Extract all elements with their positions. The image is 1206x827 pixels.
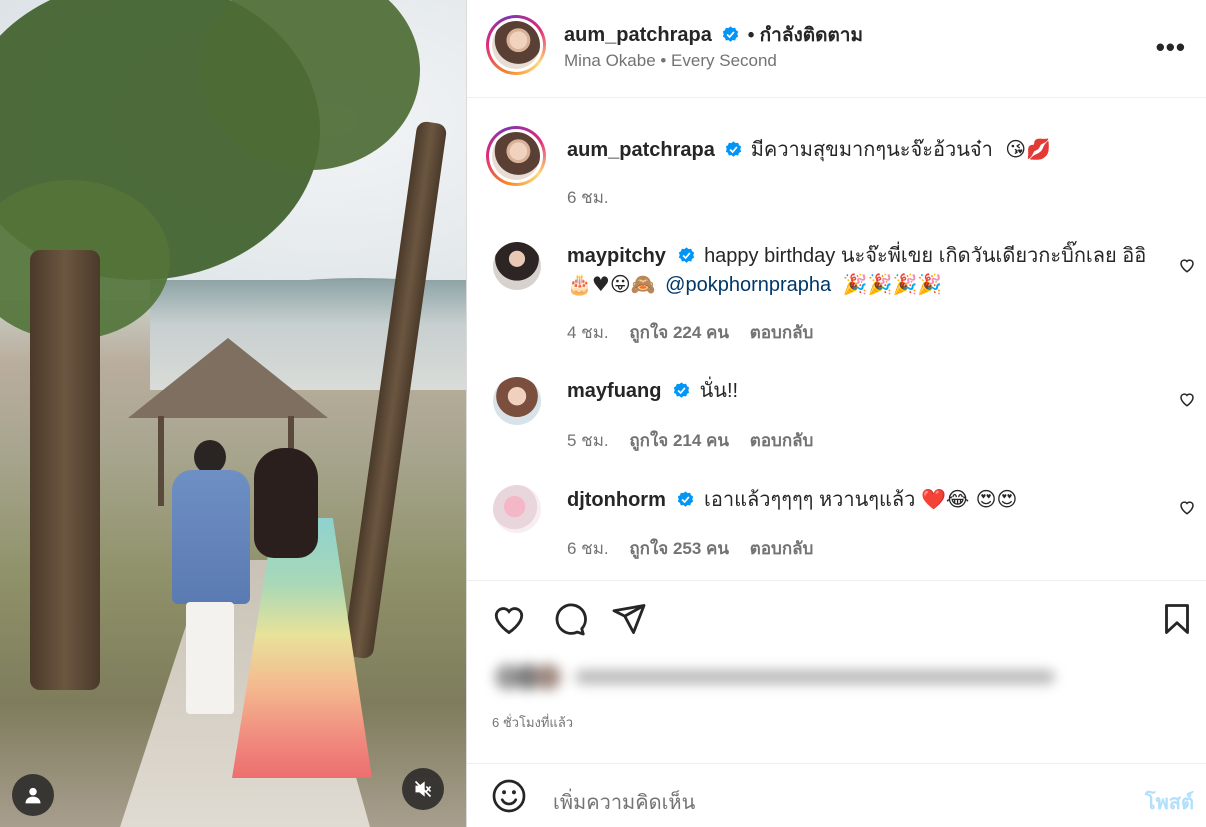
caption-row: aum_patchrapa มีความสุขมากๆนะจ๊ะอ้วนจ๋า …: [567, 136, 1167, 164]
comment-time: 5 ชม.: [567, 431, 609, 450]
comment-username[interactable]: mayfuang: [567, 380, 661, 402]
comment-time: 4 ชม.: [567, 323, 609, 342]
smiley-icon[interactable]: [491, 778, 527, 814]
comment-time: 6 ชม.: [567, 539, 609, 558]
comment-likes[interactable]: ถูกใจ 253 คน: [629, 539, 729, 558]
comment-mention-link[interactable]: @pokphornprapha: [665, 274, 831, 296]
comment-text: เอาแล้วๆๆๆๆ หวานๆแล้ว: [704, 489, 916, 511]
user-tag-icon[interactable]: [12, 774, 54, 816]
comment-meta: 4 ชม. ถูกใจ 224 คน ตอบกลับ: [567, 319, 829, 346]
comment-item: maypitchy happy birthday นะจ๊ะพี่เขย เกิ…: [567, 242, 1167, 299]
media-tree-trunk: [30, 250, 100, 690]
media-gazebo-roof: [128, 338, 328, 418]
verified-badge-icon: [678, 491, 694, 507]
caption-username[interactable]: aum_patchrapa: [567, 139, 715, 161]
comment-like-heart-icon[interactable]: [1178, 256, 1196, 274]
comment-like-heart-icon[interactable]: [1178, 498, 1196, 516]
post-media[interactable]: [0, 0, 466, 827]
commenter-avatar[interactable]: [493, 377, 541, 425]
post-comment-button[interactable]: โพสต์: [1145, 786, 1194, 818]
comment-like-heart-icon[interactable]: [1178, 390, 1196, 408]
comment-input[interactable]: เพิ่มความคิดเห็น: [553, 786, 695, 818]
media-person-woman: [232, 448, 372, 778]
caption-time: 6 ชม.: [567, 188, 609, 207]
comment-meta: 6 ชม. ถูกใจ 253 คน ตอบกลับ: [567, 535, 829, 562]
post-header: aum_patchrapa • กำลังติดตาม Mina Okabe •…: [467, 0, 1206, 98]
reply-button[interactable]: ตอบกลับ: [750, 431, 814, 450]
verified-badge-icon: [726, 141, 742, 157]
commenter-avatar[interactable]: [493, 485, 541, 533]
comment-item: mayfuang นั่น!!: [567, 377, 1167, 405]
comment-username[interactable]: maypitchy: [567, 245, 666, 267]
bookmark-icon[interactable]: [1159, 601, 1195, 637]
verified-badge-icon: [673, 382, 690, 398]
follow-status[interactable]: • กำลังติดตาม: [748, 25, 863, 46]
heart-icon[interactable]: [491, 601, 527, 637]
post-time-ago: 6 ชั่วโมงที่แล้ว: [492, 715, 574, 730]
comment-text: นั่น!!: [699, 380, 739, 402]
comment-emojis: 🎂♥😛🙈: [567, 272, 656, 296]
post-panel: aum_patchrapa • กำลังติดตาม Mina Okabe •…: [467, 0, 1206, 827]
author-username[interactable]: aum_patchrapa: [564, 24, 712, 46]
send-icon[interactable]: [611, 601, 647, 637]
comment-text: happy birthday นะจ๊ะพี่เขย เกิดวันเดียวก…: [704, 245, 1147, 267]
comment-icon[interactable]: [551, 601, 587, 637]
reply-button[interactable]: ตอบกลับ: [750, 539, 814, 558]
comment-emojis: 🎉🎉🎉🎉: [842, 272, 943, 296]
action-bar: [467, 580, 1206, 636]
more-options-icon[interactable]: •••: [1156, 34, 1186, 60]
caption-emojis: 😘💋: [1005, 137, 1052, 161]
comment-meta: 5 ชม. ถูกใจ 214 คน ตอบกลับ: [567, 427, 829, 454]
author-avatar[interactable]: [486, 15, 546, 75]
caption-avatar[interactable]: [486, 126, 546, 186]
comment-item: djtonhorm เอาแล้วๆๆๆๆ หวานๆแล้ว ❤️😂 😍😍: [567, 485, 1167, 514]
comment-likes[interactable]: ถูกใจ 224 คน: [629, 323, 729, 342]
comment-likes[interactable]: ถูกใจ 214 คน: [629, 431, 729, 450]
caption-text: มีความสุขมากๆนะจ๊ะอ้วนจ๋า: [750, 139, 993, 161]
liked-by-blurred: [495, 664, 1055, 690]
comment-username[interactable]: djtonhorm: [567, 489, 666, 511]
media-gazebo-post: [158, 416, 164, 506]
verified-badge-icon: [723, 26, 739, 42]
speaker-muted-icon[interactable]: [402, 768, 444, 810]
verified-badge-icon: [678, 247, 694, 263]
commenter-avatar[interactable]: [493, 242, 541, 290]
add-comment-bar: เพิ่มความคิดเห็น โพสต์: [467, 763, 1206, 827]
header-title-row: aum_patchrapa • กำลังติดตาม: [564, 20, 863, 50]
reply-button[interactable]: ตอบกลับ: [750, 323, 814, 342]
audio-track[interactable]: Mina Okabe • Every Second: [564, 51, 777, 71]
comment-emojis: ❤️😂 😍😍: [920, 487, 1018, 511]
